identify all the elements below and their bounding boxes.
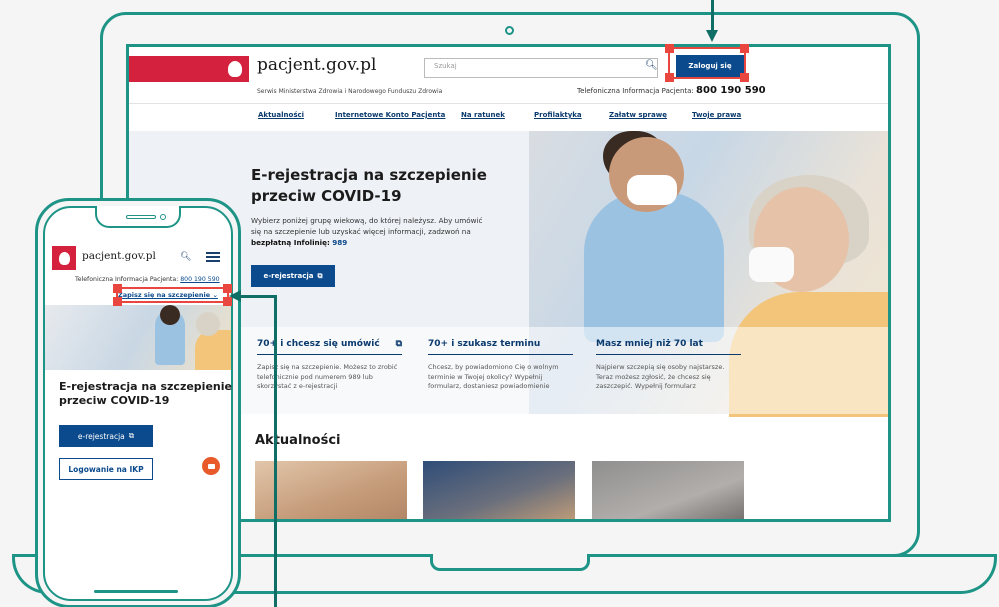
eagle-emblem-icon[interactable] — [52, 246, 76, 270]
hero-text: Wybierz poniżej grupę wiekową, do której… — [251, 215, 491, 248]
hero-photo-nurse — [584, 192, 724, 342]
card-title[interactable]: 70+ i szukasz terminu — [428, 339, 540, 349]
ikp-login-button[interactable]: Logowanie na IKP — [59, 458, 153, 480]
external-link-icon: ⧉ — [395, 339, 402, 349]
highlight-corner — [665, 44, 674, 53]
nav-item-rights[interactable]: Twoje prawa — [692, 111, 741, 119]
external-link-icon: ⧉ — [317, 271, 323, 280]
phone-camera — [160, 214, 166, 220]
card-text: Zapisz się na szczepienie. Możesz to zro… — [257, 363, 398, 390]
arrow-head-left — [229, 290, 241, 302]
nav-item-news[interactable]: Aktualności — [258, 111, 304, 119]
news-image-2[interactable] — [423, 461, 575, 519]
mobile-hero-title: E-rejestracja na szczepienie przeciw COV… — [59, 380, 232, 407]
card-70-plus-book[interactable]: 70+ i chcesz się umówić ⧉ Zapisz się na s… — [257, 339, 402, 392]
nav-divider — [129, 103, 888, 104]
hotline-label: Telefoniczna Informacja Pacjenta: — [577, 87, 694, 95]
highlight-corner — [113, 297, 122, 306]
hero-text-bold: bezpłatną Infolinię: — [251, 238, 330, 247]
news-image-1[interactable] — [255, 461, 407, 519]
mobile-hotline: Telefoniczna Informacja Pacjenta: 800 19… — [75, 276, 220, 283]
external-link-icon: ⧉ — [128, 431, 135, 440]
news-image-3[interactable] — [592, 461, 744, 519]
main-nav: Aktualności Internetowe Konto Pacjenta N… — [129, 111, 888, 125]
hamburger-menu-icon[interactable] — [206, 252, 220, 262]
hero-photo-nurse-mask — [627, 175, 677, 205]
search-icon[interactable]: 🔍︎ — [180, 252, 191, 262]
highlight-corner — [740, 44, 749, 53]
dropdown-highlight — [116, 287, 229, 303]
nav-item-ikp[interactable]: Internetowe Konto Pacjenta — [335, 111, 445, 119]
site-title[interactable]: pacjent.gov.pl — [257, 55, 376, 75]
eagle-emblem-icon[interactable] — [221, 56, 249, 82]
mobile-e-registration-label: e-rejestracja — [77, 431, 125, 441]
chat-icon[interactable] — [202, 457, 220, 475]
nav-item-prevention[interactable]: Profilaktyka — [534, 111, 582, 119]
arrow-to-login — [711, 0, 714, 32]
phone-speaker — [126, 215, 156, 219]
site-subtitle: Serwis Ministerstwa Zdrowia i Narodowego… — [257, 88, 443, 95]
arrow-to-dropdown-vertical — [274, 296, 277, 607]
mobile-site-title[interactable]: pacjent.gov.pl — [82, 250, 156, 262]
mobile-hero-patient — [195, 330, 231, 370]
search-icon[interactable]: 🔍︎ — [645, 60, 658, 71]
hotline-number[interactable]: 800 190 590 — [696, 85, 766, 96]
hero-title: E-rejestracja na szczepienie przeciw COV… — [251, 166, 487, 205]
highlight-corner — [113, 284, 122, 293]
news-heading: Aktualności — [255, 433, 341, 448]
card-text: Najpierw szczepią się osoby najstarsze. … — [596, 363, 725, 390]
card-70-plus-find[interactable]: 70+ i szukasz terminu Chcesz, by powiado… — [428, 339, 573, 392]
mobile-hero-patient-head — [196, 312, 220, 336]
nav-item-services[interactable]: Załatw sprawę — [609, 111, 667, 119]
mobile-e-registration-button[interactable]: e-rejestracja ⧉ — [59, 425, 153, 447]
card-under-70[interactable]: Masz mniej niż 70 lat Najpierw szczepią … — [596, 339, 741, 392]
e-registration-label: e-rejestracja — [263, 272, 314, 280]
phone-home-indicator — [94, 590, 178, 593]
hero-text-number[interactable]: 989 — [332, 238, 347, 247]
search-placeholder: Szukaj — [434, 62, 457, 70]
search-input[interactable] — [424, 58, 658, 78]
hero-photo-patient-mask — [749, 247, 794, 282]
mobile-hero-nurse-head — [160, 305, 180, 325]
highlight-corner — [740, 73, 749, 82]
highlight-corner — [665, 73, 674, 82]
arrow-to-dropdown-horizontal — [240, 295, 277, 298]
e-registration-button[interactable]: e-rejestracja ⧉ — [251, 265, 335, 287]
laptop-trackpad-notch — [430, 554, 590, 571]
card-text: Chcesz, by powiadomiono Cię o wolnym ter… — [428, 363, 559, 390]
mobile-hotline-label: Telefoniczna Informacja Pacjenta: — [75, 276, 179, 283]
hotline-info: Telefoniczna Informacja Pacjenta: 800 19… — [577, 85, 766, 96]
login-button-highlight — [668, 47, 746, 79]
nav-item-rescue[interactable]: Na ratunek — [461, 111, 505, 119]
card-title[interactable]: Masz mniej niż 70 lat — [596, 339, 703, 349]
mobile-hotline-number[interactable]: 800 190 590 — [180, 276, 219, 283]
hero-text-main: Wybierz poniżej grupę wiekową, do której… — [251, 216, 483, 236]
arrow-head-down — [706, 30, 718, 42]
laptop-camera — [505, 26, 514, 35]
